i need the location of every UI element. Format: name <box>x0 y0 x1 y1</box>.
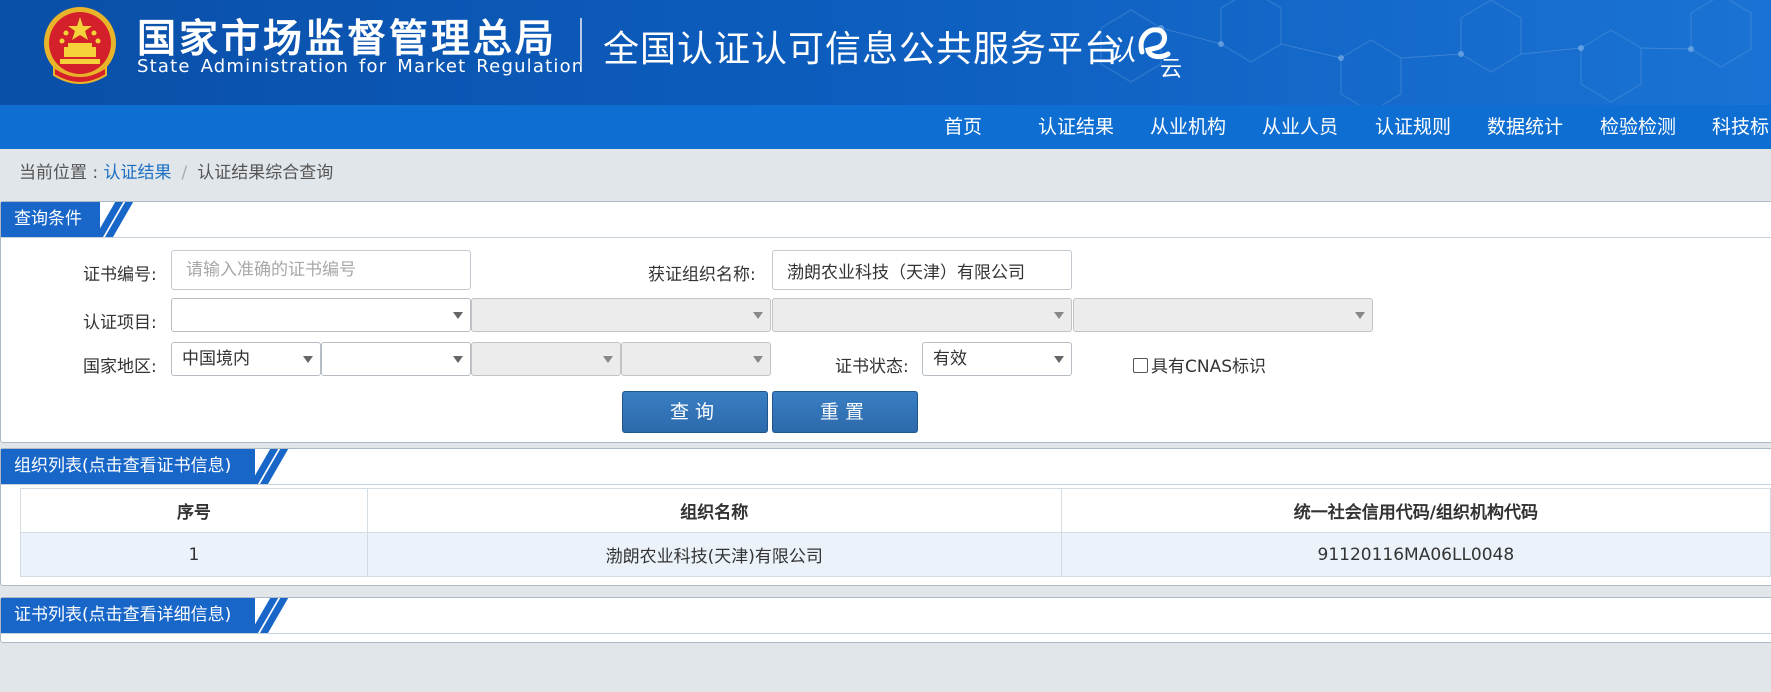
cell-org-name[interactable]: 渤朗农业科技(天津)有限公司 <box>366 532 1062 577</box>
org-name-input[interactable] <box>772 250 1072 290</box>
nav-cert-results[interactable]: 认证结果 <box>1038 105 1114 149</box>
reset-button[interactable]: 重置 <box>772 391 918 433</box>
col-header-index: 序号 <box>20 488 368 533</box>
main-nav: 首页 认证结果 从业机构 从业人员 认证规则 数据统计 检验检测 科技标 <box>0 105 1771 149</box>
project-label: 认证项目: <box>83 313 157 333</box>
cell-index: 1 <box>20 532 368 577</box>
org-name-en: State Administration for Market Regulati… <box>137 56 585 77</box>
header-divider <box>580 18 582 66</box>
breadcrumb-prefix: 当前位置 : <box>19 163 104 183</box>
header-banner: 国家市场监督管理总局 State Administration for Mark… <box>0 0 1771 105</box>
nav-personnel[interactable]: 从业人员 <box>1262 105 1338 149</box>
nav-cert-rules[interactable]: 认证规则 <box>1375 105 1451 149</box>
nav-inspection[interactable]: 检验检测 <box>1600 105 1676 149</box>
breadcrumb-link[interactable]: 认证结果 <box>104 163 172 183</box>
query-panel-title: 查询条件 <box>1 202 100 237</box>
platform-title: 全国认证认可信息公共服务平台 <box>603 29 1122 70</box>
region-label: 国家地区: <box>83 357 157 377</box>
project-select-2[interactable] <box>471 298 771 332</box>
chevron-down-icon <box>1355 312 1365 319</box>
search-button[interactable]: 查询 <box>622 391 768 433</box>
table-row[interactable]: 1 渤朗农业科技(天津)有限公司 91120116MA06LL0048 <box>20 532 1771 577</box>
project-select-4[interactable] <box>1073 298 1373 332</box>
region-select-province[interactable] <box>321 342 471 376</box>
chevron-down-icon <box>753 356 763 363</box>
cert-list-title: 证书列表(点击查看详细信息) <box>1 598 255 633</box>
chevron-down-icon <box>303 356 313 363</box>
chevron-down-icon <box>1054 356 1064 363</box>
col-header-credit-code: 统一社会信用代码/组织机构代码 <box>1060 488 1771 533</box>
breadcrumb-current: 认证结果综合查询 <box>197 163 334 183</box>
org-table: 序号 组织名称 统一社会信用代码/组织机构代码 1 渤朗农业科技(天津)有限公司… <box>20 488 1771 577</box>
region-select-city[interactable] <box>471 342 621 376</box>
nav-home[interactable]: 首页 <box>944 105 982 149</box>
cnas-checkbox[interactable] <box>1133 358 1148 373</box>
region-select-district[interactable] <box>621 342 771 376</box>
chevron-down-icon <box>1054 312 1064 319</box>
cell-credit-code: 91120116MA06LL0048 <box>1060 532 1771 577</box>
nav-tech-standards[interactable]: 科技标 <box>1712 105 1769 149</box>
status-select[interactable]: 有效 <box>922 342 1072 376</box>
chevron-down-icon <box>453 356 463 363</box>
chevron-down-icon <box>453 312 463 319</box>
col-header-org-name: 组织名称 <box>366 488 1062 533</box>
cnas-label: 具有CNAS标识 <box>1151 357 1267 377</box>
project-select-1[interactable] <box>171 298 471 332</box>
nav-institutions[interactable]: 从业机构 <box>1150 105 1226 149</box>
cert-no-label: 证书编号: <box>83 265 157 285</box>
region-select-country[interactable]: 中国境内 <box>171 342 321 376</box>
national-emblem-icon <box>44 7 116 84</box>
org-list-title: 组织列表(点击查看证书信息) <box>1 449 255 484</box>
status-label: 证书状态: <box>835 357 909 377</box>
chevron-down-icon <box>753 312 763 319</box>
svg-text:云: 云 <box>1160 57 1182 78</box>
breadcrumb-separator: / <box>181 163 188 183</box>
nav-statistics[interactable]: 数据统计 <box>1487 105 1563 149</box>
cert-list-panel: 证书列表(点击查看详细信息) <box>0 597 1771 643</box>
cert-no-input[interactable] <box>171 250 471 290</box>
cnas-checkbox-wrap[interactable]: 具有CNAS标识 <box>1133 352 1266 377</box>
table-header-row: 序号 组织名称 统一社会信用代码/组织机构代码 <box>20 488 1771 533</box>
org-name-label: 获证组织名称: <box>648 265 756 285</box>
svg-text:认: 认 <box>1108 34 1136 67</box>
chevron-down-icon <box>603 356 613 363</box>
renyun-logo: 认 云 <box>1108 27 1182 78</box>
project-select-3[interactable] <box>772 298 1072 332</box>
breadcrumb: 当前位置 : 认证结果 / 认证结果综合查询 <box>19 158 333 183</box>
